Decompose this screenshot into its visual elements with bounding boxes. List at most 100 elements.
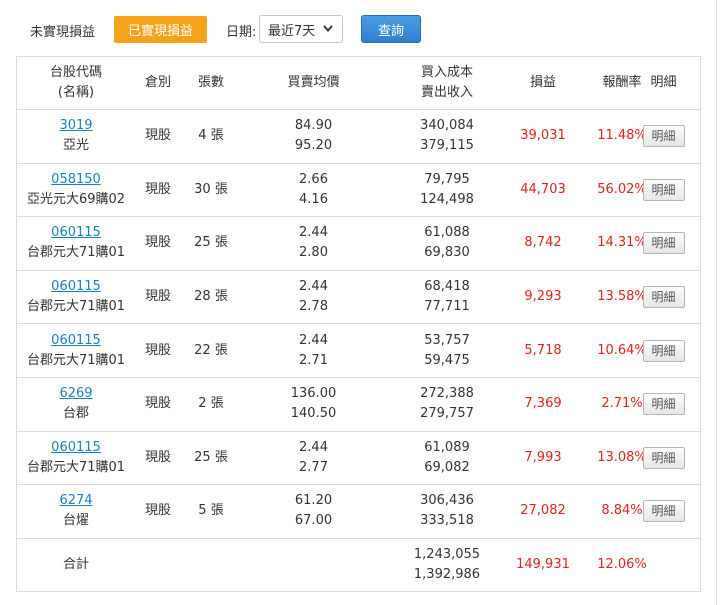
pnl-value: 7,993 — [524, 449, 562, 465]
stock-code-link[interactable]: 058150 — [51, 170, 101, 190]
stock-code-link[interactable]: 060115 — [51, 277, 101, 297]
category: 現股 — [144, 128, 171, 144]
stock-cell: 060115 台郡元大71購01 — [17, 432, 135, 485]
detail-button[interactable]: 明細 — [642, 232, 685, 255]
quantity: 25 張 — [194, 235, 228, 251]
quantity: 5 張 — [198, 503, 224, 519]
quantity: 30 張 — [194, 181, 228, 197]
buy-price: 2.44 — [299, 439, 328, 455]
sell-price: 2.80 — [299, 245, 328, 261]
detail-cell: 明細 — [627, 164, 700, 217]
quantity: 22 張 — [194, 342, 228, 358]
tab-realized-pnl[interactable]: 已實現損益 — [114, 16, 207, 43]
sell-price: 2.77 — [299, 459, 328, 475]
quantity: 28 張 — [194, 289, 228, 305]
detail-button[interactable]: 明細 — [642, 178, 685, 201]
query-button[interactable]: 查詢 — [361, 15, 421, 43]
buy-cost: 340,084 — [420, 118, 474, 134]
stock-code-link[interactable]: 060115 — [51, 223, 101, 243]
date-range-select[interactable]: 最近7天 — [259, 15, 343, 43]
pnl-value: 8,742 — [524, 235, 562, 251]
stock-cell: 060115 台郡元大71購01 — [17, 324, 135, 377]
cost-income: 272,388 279,757 — [386, 378, 508, 431]
stock-code-link[interactable]: 060115 — [51, 331, 101, 351]
sell-price: 95.20 — [294, 138, 333, 154]
date-range-value: 最近7天 — [268, 23, 316, 39]
detail-button[interactable]: 明細 — [642, 286, 685, 309]
pnl-value: 39,031 — [520, 128, 566, 144]
stock-cell: 6269 台郡 — [17, 378, 135, 431]
category: 現股 — [144, 503, 171, 519]
cost-income: 53,757 59,475 — [386, 324, 508, 377]
stock-code-link[interactable]: 3019 — [59, 116, 92, 136]
detail-cell: 明細 — [627, 271, 700, 324]
total-sell-income: 1,392,986 — [413, 566, 481, 582]
stock-code-link[interactable]: 6269 — [59, 384, 92, 404]
header-quantity: 張數 — [197, 75, 224, 90]
category: 現股 — [144, 235, 171, 251]
category: 現股 — [144, 449, 171, 465]
cost-income: 340,084 379,115 — [386, 110, 508, 163]
buy-cost: 79,795 — [424, 171, 470, 187]
detail-cell: 明細 — [627, 110, 700, 163]
detail-button[interactable]: 明細 — [642, 125, 685, 148]
category: 現股 — [144, 181, 171, 197]
buy-cost: 61,089 — [424, 439, 470, 455]
avg-price: 2.66 4.16 — [241, 164, 386, 217]
sell-income: 379,115 — [420, 138, 474, 154]
detail-button[interactable]: 明細 — [642, 500, 685, 523]
stock-cell: 6274 台燿 — [17, 485, 135, 538]
header-cost-income: 買入成本 賣出收入 — [386, 57, 508, 109]
buy-price: 2.44 — [299, 332, 328, 348]
table-row: 6269 台郡 現股 2 張 136.00 140.50 272,388 279… — [17, 378, 700, 432]
realized-pnl-table: 台股代碼 (名稱) 倉別 張數 買賣均價 買入成本 賣出收入 損益 報酬率 明細… — [16, 56, 701, 592]
stock-code-link[interactable]: 060115 — [51, 438, 101, 458]
pnl-value: 44,703 — [520, 181, 566, 197]
buy-price: 84.90 — [294, 118, 333, 134]
detail-cell: 明細 — [627, 324, 700, 377]
detail-cell: 明細 — [627, 432, 700, 485]
total-cost-income: 1,243,055 1,392,986 — [386, 539, 508, 591]
cost-income: 61,088 69,830 — [386, 217, 508, 270]
buy-cost: 53,757 — [424, 332, 470, 348]
detail-button[interactable]: 明細 — [642, 339, 685, 362]
sell-price: 2.78 — [299, 299, 328, 315]
buy-price: 136.00 — [290, 386, 337, 402]
buy-price: 2.44 — [299, 279, 328, 295]
sell-income: 77,711 — [424, 299, 470, 315]
sell-price: 4.16 — [299, 191, 328, 207]
avg-price: 61.20 67.00 — [241, 485, 386, 538]
detail-button[interactable]: 明細 — [642, 446, 685, 469]
table-row: 3019 亞光 現股 4 張 84.90 95.20 340,084 379,1… — [17, 110, 700, 164]
pnl-value: 7,369 — [524, 396, 562, 412]
avg-price: 2.44 2.71 — [241, 324, 386, 377]
buy-price: 2.44 — [299, 225, 328, 241]
buy-cost: 68,418 — [424, 279, 470, 295]
header-code-line2: (名稱) — [57, 85, 95, 100]
sell-price: 140.50 — [290, 406, 337, 422]
sell-price: 2.71 — [299, 352, 328, 368]
tab-unrealized-pnl[interactable]: 未實現損益 — [30, 21, 95, 40]
buy-price: 61.20 — [294, 493, 333, 509]
detail-cell: 明細 — [627, 217, 700, 270]
header-cost-line2: 賣出收入 — [420, 85, 473, 100]
avg-price: 136.00 140.50 — [241, 378, 386, 431]
sell-income: 69,830 — [424, 245, 470, 261]
header-code: 台股代碼 (名稱) — [17, 57, 135, 109]
page: 未實現損益 已實現損益 日期: 最近7天 查詢 台股代碼 (名稱) 倉別 張數 … — [0, 0, 717, 605]
pnl-value: 9,293 — [524, 289, 562, 305]
sell-income: 69,082 — [424, 459, 470, 475]
avg-price: 2.44 2.78 — [241, 271, 386, 324]
buy-cost: 61,088 — [424, 225, 470, 241]
header-category: 倉別 — [144, 75, 171, 90]
table-row: 060115 台郡元大71購01 現股 28 張 2.44 2.78 68,41… — [17, 271, 700, 325]
stock-code-link[interactable]: 6274 — [59, 491, 92, 511]
table-header: 台股代碼 (名稱) 倉別 張數 買賣均價 買入成本 賣出收入 損益 報酬率 明細 — [17, 57, 700, 110]
pnl-value: 5,718 — [524, 342, 562, 358]
stock-name: 台郡元大71購01 — [26, 245, 126, 261]
detail-button[interactable]: 明細 — [642, 393, 685, 416]
quantity: 25 張 — [194, 449, 228, 465]
stock-name: 台郡元大71購01 — [26, 459, 126, 475]
buy-cost: 306,436 — [420, 493, 474, 509]
sell-price: 67.00 — [294, 513, 333, 529]
